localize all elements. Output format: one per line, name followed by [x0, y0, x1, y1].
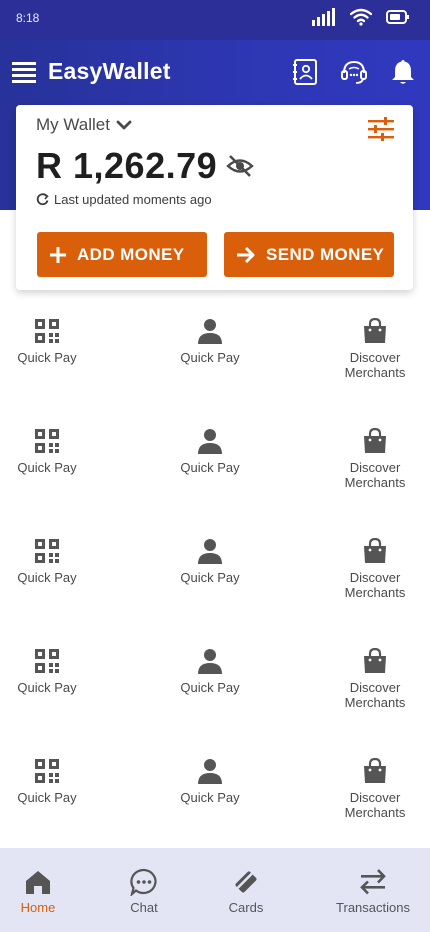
shopping-bag-icon	[364, 318, 386, 343]
nav-home[interactable]: Home	[17, 868, 59, 915]
menu-icon[interactable]	[12, 60, 36, 84]
app-title: EasyWallet	[48, 58, 171, 84]
quick-actions-grid: Quick Pay Quick Pay Discover Merchants Q…	[0, 300, 430, 850]
tile-label: Quick Pay	[180, 350, 240, 365]
chevron-down-icon	[116, 120, 132, 130]
discover-merchants-tile[interactable]: Discover Merchants	[320, 758, 430, 820]
tile-label: Discover Merchants	[344, 680, 406, 710]
tile-label: Discover Merchants	[344, 790, 406, 820]
wallet-card: My Wallet R 1,262.79 Last updated moment	[16, 105, 413, 290]
shopping-bag-icon	[364, 758, 386, 783]
discover-merchants-tile[interactable]: Discover Merchants	[320, 318, 430, 380]
refresh-icon[interactable]	[36, 193, 49, 206]
quick-pay-qr-tile[interactable]: Quick Pay	[0, 428, 102, 475]
send-money-label: SEND MONEY	[266, 244, 385, 264]
quick-pay-contact-tile[interactable]: Quick Pay	[155, 538, 265, 585]
status-time: 8:18	[16, 11, 40, 25]
tile-label: Quick Pay	[180, 460, 240, 475]
shopping-bag-icon	[364, 538, 386, 563]
quick-pay-qr-tile[interactable]: Quick Pay	[0, 758, 102, 805]
quick-pay-qr-tile[interactable]: Quick Pay	[0, 318, 102, 365]
qr-code-icon	[35, 539, 59, 563]
chat-bubble-icon	[130, 868, 157, 896]
cards-icon	[235, 871, 257, 893]
tile-label: Quick Pay	[180, 790, 240, 805]
arrow-right-icon	[237, 246, 255, 263]
tile-label: Discover Merchants	[344, 460, 406, 490]
app-screen: 8:18 EasyWallet My Wallet R 1,262.79 Las…	[0, 0, 430, 932]
person-icon	[198, 319, 222, 344]
add-money-label: ADD MONEY	[77, 244, 185, 264]
quick-pay-contact-tile[interactable]: Quick Pay	[155, 758, 265, 805]
plus-icon	[50, 246, 66, 263]
discover-merchants-tile[interactable]: Discover Merchants	[320, 648, 430, 710]
bell-icon[interactable]	[389, 58, 417, 86]
home-icon	[26, 871, 50, 894]
quick-pay-contact-tile[interactable]: Quick Pay	[155, 428, 265, 475]
shopping-bag-icon	[364, 428, 386, 453]
person-icon	[198, 429, 222, 454]
wallet-selector[interactable]: My Wallet	[36, 115, 132, 135]
quick-pay-qr-tile[interactable]: Quick Pay	[0, 538, 102, 585]
grid-row: Quick Pay Quick Pay Discover Merchants	[0, 410, 430, 520]
wifi-icon	[350, 8, 372, 26]
support-headset-icon[interactable]	[340, 58, 368, 86]
tile-label: Discover Merchants	[344, 570, 406, 600]
last-updated-text: Last updated moments ago	[54, 192, 212, 207]
qr-code-icon	[35, 429, 59, 453]
nav-transactions[interactable]: Transactions	[332, 868, 414, 915]
hide-balance-eye-icon[interactable]	[226, 154, 254, 178]
signal-icon	[312, 8, 335, 26]
transfer-arrows-icon	[360, 869, 386, 895]
battery-icon	[386, 10, 409, 24]
person-icon	[198, 649, 222, 674]
contacts-book-icon[interactable]	[291, 58, 319, 86]
status-bar: 8:18	[0, 0, 430, 40]
grid-row: Quick Pay Quick Pay Discover Merchants	[0, 630, 430, 740]
status-icons	[312, 8, 410, 26]
qr-code-icon	[35, 759, 59, 783]
qr-code-icon	[35, 319, 59, 343]
add-money-button[interactable]: ADD MONEY	[37, 232, 207, 277]
tile-label: Quick Pay	[17, 460, 77, 475]
tile-label: Quick Pay	[180, 680, 240, 695]
nav-home-label: Home	[20, 900, 56, 915]
person-icon	[198, 759, 222, 784]
nav-chat-label: Chat	[130, 900, 158, 915]
discover-merchants-tile[interactable]: Discover Merchants	[320, 538, 430, 600]
nav-transactions-label: Transactions	[336, 900, 410, 915]
tile-label: Quick Pay	[180, 570, 240, 585]
quick-pay-contact-tile[interactable]: Quick Pay	[155, 318, 265, 365]
discover-merchants-tile[interactable]: Discover Merchants	[320, 428, 430, 490]
shopping-bag-icon	[364, 648, 386, 673]
nav-cards-label: Cards	[228, 900, 264, 915]
nav-cards[interactable]: Cards	[224, 868, 268, 915]
grid-row: Quick Pay Quick Pay Discover Merchants	[0, 740, 430, 850]
tile-label: Quick Pay	[17, 350, 77, 365]
tile-label: Quick Pay	[17, 790, 77, 805]
tile-label: Quick Pay	[17, 680, 77, 695]
grid-row: Quick Pay Quick Pay Discover Merchants	[0, 520, 430, 630]
app-header: EasyWallet	[0, 40, 430, 105]
wallet-balance: R 1,262.79	[36, 145, 218, 186]
person-icon	[198, 539, 222, 564]
grid-row: Quick Pay Quick Pay Discover Merchants	[0, 300, 430, 410]
bottom-nav: Home Chat Cards Transactions	[0, 848, 430, 932]
nav-chat[interactable]: Chat	[122, 868, 166, 915]
filter-sliders-icon[interactable]	[367, 117, 395, 141]
tile-label: Quick Pay	[17, 570, 77, 585]
quick-pay-contact-tile[interactable]: Quick Pay	[155, 648, 265, 695]
last-updated: Last updated moments ago	[36, 192, 212, 207]
tile-label: Discover Merchants	[344, 350, 406, 380]
send-money-button[interactable]: SEND MONEY	[224, 232, 394, 277]
wallet-label: My Wallet	[36, 115, 110, 134]
quick-pay-qr-tile[interactable]: Quick Pay	[0, 648, 102, 695]
qr-code-icon	[35, 649, 59, 673]
